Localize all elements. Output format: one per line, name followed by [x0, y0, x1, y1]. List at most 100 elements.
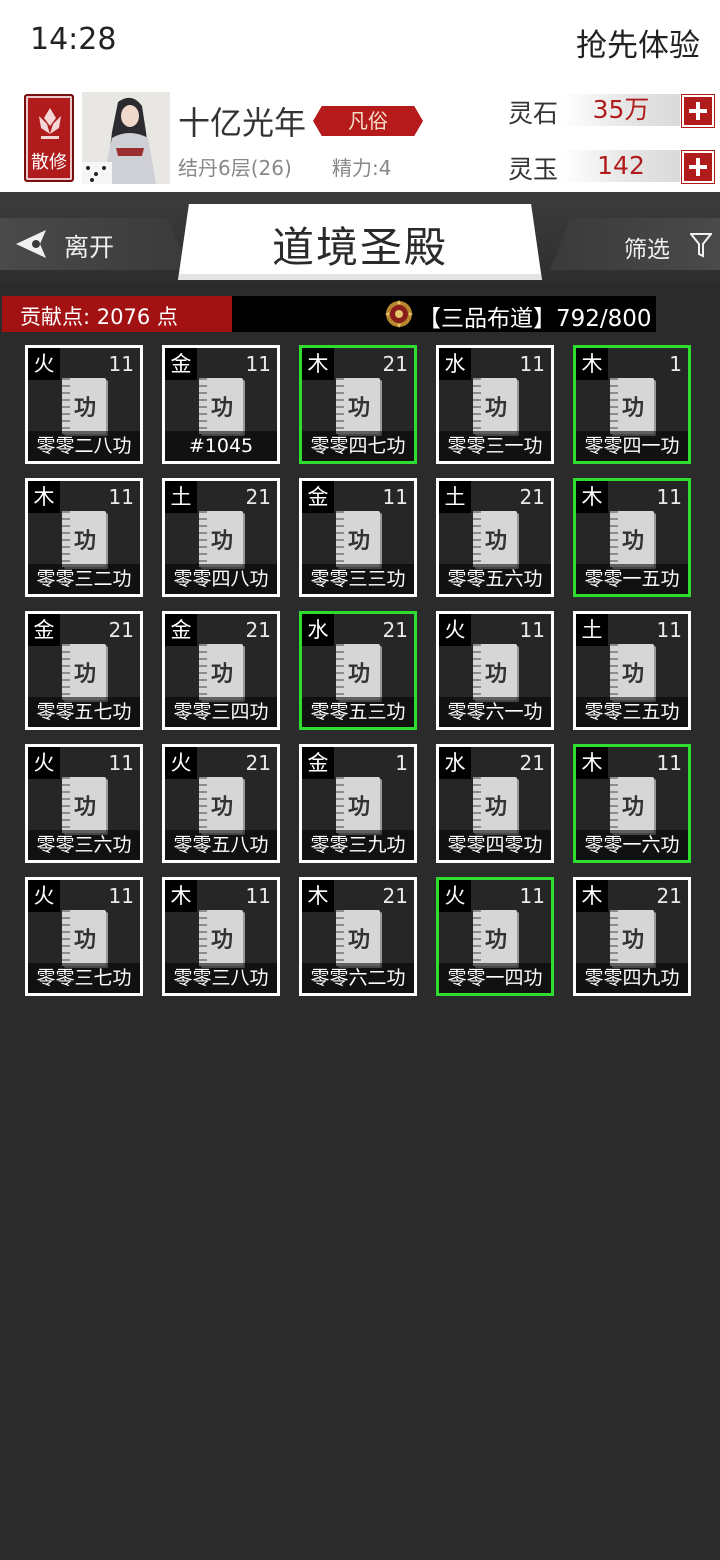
technique-card[interactable]: 木 21 功零零四七功 — [299, 345, 417, 464]
scroll-book-icon: 功 — [336, 511, 380, 567]
technique-card[interactable]: 水 21 功零零五三功 — [299, 611, 417, 730]
technique-name: #1045 — [165, 431, 277, 461]
card-count: 1 — [395, 751, 408, 775]
technique-card[interactable]: 木 1 功零零四一功 — [573, 345, 691, 464]
scroll-book-icon: 功 — [336, 644, 380, 700]
element-tag: 水 — [439, 747, 471, 779]
technique-card[interactable]: 木 11 功零零三二功 — [25, 478, 143, 597]
scroll-book-icon: 功 — [199, 777, 243, 833]
card-count: 11 — [108, 352, 134, 376]
book-spine — [62, 777, 70, 833]
element-tag: 木 — [576, 747, 608, 779]
element-tag: 土 — [576, 614, 608, 646]
scroll-book-icon: 功 — [473, 378, 517, 434]
scroll-book-icon: 功 — [336, 910, 380, 966]
card-count: 11 — [108, 884, 134, 908]
book-label: 功 — [622, 927, 645, 953]
element-tag: 木 — [302, 348, 334, 380]
technique-card[interactable]: 金 21 功零零三四功 — [162, 611, 280, 730]
technique-card[interactable]: 火 11 功零零二八功 — [25, 345, 143, 464]
technique-name: 零零三三功 — [302, 564, 414, 594]
technique-card[interactable]: 水 21 功零零四零功 — [436, 744, 554, 863]
technique-card[interactable]: 火 11 功零零三七功 — [25, 877, 143, 996]
technique-card[interactable]: 木 11 功零零一五功 — [573, 478, 691, 597]
book-spine — [473, 777, 481, 833]
technique-card[interactable]: 金 1 功零零三九功 — [299, 744, 417, 863]
spirit-jade-label: 灵玉 — [508, 155, 559, 184]
book-spine — [336, 910, 344, 966]
book-label: 功 — [74, 661, 97, 687]
book-spine — [610, 378, 618, 434]
title-plaque: 道境圣殿 — [178, 204, 542, 280]
leave-label: 离开 — [64, 233, 115, 262]
spirit-stone-value: 35万 — [562, 94, 680, 126]
element-tag: 木 — [28, 481, 60, 513]
scroll-book-icon: 功 — [199, 378, 243, 434]
book-label: 功 — [348, 794, 371, 820]
card-count: 11 — [382, 485, 408, 509]
avatar[interactable] — [82, 92, 170, 184]
sect-badge[interactable]: 散修 — [24, 94, 74, 182]
scroll-book-icon: 功 — [610, 910, 654, 966]
technique-name: 零零五八功 — [165, 830, 277, 860]
technique-card[interactable]: 木 11 功零零一六功 — [573, 744, 691, 863]
technique-card[interactable]: 土 21 功零零四八功 — [162, 478, 280, 597]
book-label: 功 — [485, 661, 508, 687]
element-tag: 金 — [165, 614, 197, 646]
book-label: 功 — [348, 661, 371, 687]
scroll-book-icon: 功 — [473, 511, 517, 567]
book-label: 功 — [211, 661, 234, 687]
scroll-book-icon: 功 — [62, 777, 106, 833]
book-spine — [336, 644, 344, 700]
status-time: 14:28 — [30, 22, 117, 57]
technique-card[interactable]: 金 21 功零零五七功 — [25, 611, 143, 730]
technique-card[interactable]: 水 11 功零零三一功 — [436, 345, 554, 464]
technique-name: 零零四零功 — [439, 830, 551, 860]
leave-button[interactable]: 离开 — [0, 218, 190, 270]
technique-card[interactable]: 土 21 功零零五六功 — [436, 478, 554, 597]
book-label: 功 — [211, 927, 234, 953]
technique-card[interactable]: 土 11 功零零三五功 — [573, 611, 691, 730]
element-tag: 火 — [439, 880, 471, 912]
book-label: 功 — [348, 927, 371, 953]
technique-card[interactable]: 木 11 功零零三八功 — [162, 877, 280, 996]
add-spirit-stone-button[interactable] — [681, 94, 715, 128]
page-title: 道境圣殿 — [271, 223, 448, 272]
card-count: 21 — [382, 352, 408, 376]
book-label: 功 — [74, 927, 97, 953]
card-count: 11 — [519, 618, 545, 642]
technique-card[interactable]: 火 11 功零零三六功 — [25, 744, 143, 863]
add-spirit-jade-button[interactable] — [681, 150, 715, 184]
element-tag: 火 — [439, 614, 471, 646]
filter-button[interactable]: 筛选 — [550, 218, 720, 270]
book-label: 功 — [622, 528, 645, 554]
scroll-book-icon: 功 — [62, 378, 106, 434]
spirit-jade-value: 142 — [562, 150, 680, 182]
technique-name: 零零二八功 — [28, 431, 140, 461]
element-tag: 木 — [576, 481, 608, 513]
technique-card[interactable]: 金 11 功零零三三功 — [299, 478, 417, 597]
technique-card[interactable]: 金 11 功 #1045 — [162, 345, 280, 464]
sect-label: 散修 — [31, 152, 67, 173]
early-access-label[interactable]: 抢先体验 — [576, 20, 700, 65]
nav-bar: 离开 道境圣殿 筛选 — [0, 192, 720, 284]
book-label: 功 — [74, 794, 97, 820]
contribution-bar: 贡献点: 2076 点 【三品布道】792/800 — [2, 296, 656, 332]
element-tag: 金 — [302, 747, 334, 779]
book-spine — [199, 511, 207, 567]
technique-name: 零零三一功 — [439, 431, 551, 461]
card-count: 11 — [108, 751, 134, 775]
element-tag: 金 — [302, 481, 334, 513]
book-spine — [610, 511, 618, 567]
technique-card[interactable]: 木 21 功零零六二功 — [299, 877, 417, 996]
rank-emblem-icon — [385, 300, 413, 328]
element-tag: 火 — [28, 747, 60, 779]
book-spine — [336, 378, 344, 434]
technique-card[interactable]: 火 11 功零零一四功 — [436, 877, 554, 996]
technique-card[interactable]: 火 21 功零零五八功 — [162, 744, 280, 863]
technique-card[interactable]: 火 11 功零零六一功 — [436, 611, 554, 730]
scroll-book-icon: 功 — [336, 378, 380, 434]
card-count: 21 — [245, 751, 271, 775]
book-label: 功 — [485, 528, 508, 554]
technique-card[interactable]: 木 21 功零零四九功 — [573, 877, 691, 996]
